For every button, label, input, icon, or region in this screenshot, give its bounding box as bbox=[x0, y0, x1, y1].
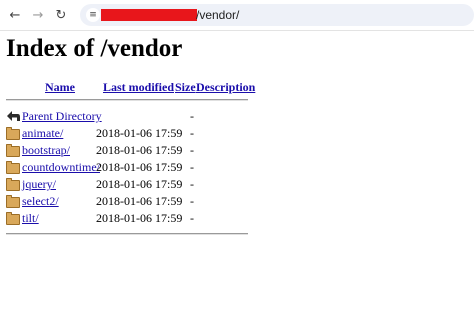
directory-link-tilt[interactable]: tilt/ bbox=[22, 210, 39, 227]
list-item: animate/ 2018-01-06 17:59 - bbox=[0, 125, 474, 142]
folder-icon bbox=[6, 178, 20, 191]
folder-icon bbox=[6, 195, 20, 208]
modified-date: 2018-01-06 17:59 bbox=[96, 160, 183, 174]
list-item: select2/ 2018-01-06 17:59 - bbox=[0, 193, 474, 210]
header-divider bbox=[6, 99, 248, 101]
size-value: - bbox=[190, 160, 194, 174]
modified-date: 2018-01-06 17:59 bbox=[96, 177, 183, 191]
back-arrow-icon[interactable]: ← bbox=[6, 6, 24, 24]
sort-by-size-link[interactable]: Size bbox=[175, 79, 196, 96]
directory-link-bootstrap[interactable]: bootstrap/ bbox=[22, 142, 70, 159]
sort-by-description-link[interactable]: Description bbox=[196, 79, 255, 96]
parent-directory-icon bbox=[7, 111, 20, 121]
folder-icon bbox=[6, 144, 20, 157]
size-value: - bbox=[190, 194, 194, 208]
browser-toolbar: ← → ↻ ≡ /vendor/ bbox=[0, 0, 474, 31]
size-value: - bbox=[190, 211, 194, 225]
forward-arrow-icon[interactable]: → bbox=[29, 6, 47, 24]
size-value: - bbox=[190, 126, 194, 140]
page-title: Index of /vendor bbox=[6, 35, 183, 62]
site-settings-icon[interactable]: ≡ bbox=[86, 8, 100, 22]
size-value: - bbox=[190, 177, 194, 191]
list-item: jquery/ 2018-01-06 17:59 - bbox=[0, 176, 474, 193]
table-header: Name Last modified Size Description bbox=[0, 79, 474, 96]
list-item: tilt/ 2018-01-06 17:59 - bbox=[0, 210, 474, 227]
list-item: bootstrap/ 2018-01-06 17:59 - bbox=[0, 142, 474, 159]
directory-link-animate[interactable]: animate/ bbox=[22, 125, 63, 142]
sort-by-name-link[interactable]: Name bbox=[45, 79, 75, 96]
directory-link-select2[interactable]: select2/ bbox=[22, 193, 59, 210]
sort-by-last-modified-link[interactable]: Last modified bbox=[103, 79, 174, 96]
size-value: - bbox=[190, 143, 194, 157]
modified-date: 2018-01-06 17:59 bbox=[96, 194, 183, 208]
url-path: /vendor/ bbox=[196, 8, 240, 22]
directory-link-jquery[interactable]: jquery/ bbox=[22, 176, 56, 193]
parent-directory-link[interactable]: Parent Directory bbox=[22, 108, 102, 125]
folder-icon bbox=[6, 161, 20, 174]
size-value: - bbox=[190, 109, 194, 123]
parent-directory-row: Parent Directory - bbox=[0, 108, 474, 125]
folder-icon bbox=[6, 212, 20, 225]
list-item: countdowntime/ 2018-01-06 17:59 - bbox=[0, 159, 474, 176]
modified-date: 2018-01-06 17:59 bbox=[96, 143, 183, 157]
modified-date: 2018-01-06 17:59 bbox=[96, 211, 183, 225]
redacted-host bbox=[101, 9, 197, 21]
reload-icon[interactable]: ↻ bbox=[52, 6, 70, 24]
modified-date: 2018-01-06 17:59 bbox=[96, 126, 183, 140]
footer-divider bbox=[6, 233, 248, 235]
directory-link-countdowntime[interactable]: countdowntime/ bbox=[22, 159, 100, 176]
address-bar[interactable]: ≡ /vendor/ bbox=[80, 4, 474, 26]
folder-icon bbox=[6, 127, 20, 140]
